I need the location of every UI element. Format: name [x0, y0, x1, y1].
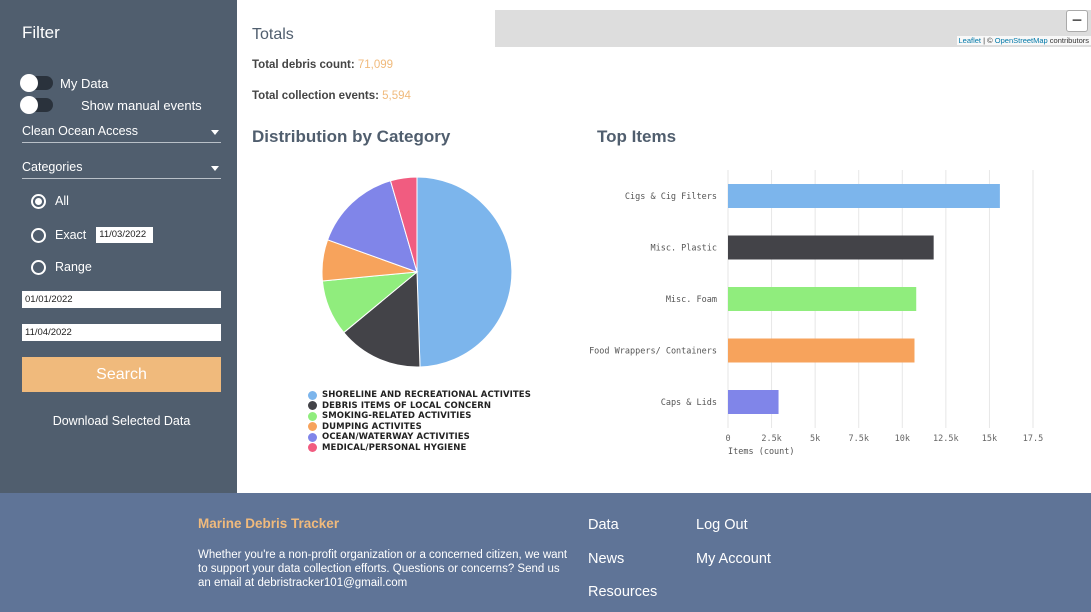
totals-title: Totals [252, 26, 294, 43]
radio-exact-label: Exact [55, 228, 87, 242]
x-tick-label: 17.5 [1023, 434, 1043, 444]
zoom-out-button[interactable]: − [1066, 10, 1088, 32]
category-pie-chart [321, 176, 513, 368]
legend-marker [308, 443, 317, 453]
total-debris-value: 71,099 [357, 59, 394, 71]
y-category-label: Misc. Foam [666, 295, 717, 305]
x-tick-label: 0 [725, 434, 730, 444]
total-debris-label: Total debris count: [252, 59, 358, 71]
search-button[interactable]: Search [22, 357, 221, 392]
chevron-down-icon [211, 166, 219, 171]
top-items-bar-chart: 0 2.5k 5k 7.5k 10k 12.5k 15k 17.5 Cigs & Cig Fil… [590, 170, 1043, 457]
attribution-tail: contributors [1047, 36, 1089, 45]
manual-events-toggle[interactable] [20, 96, 53, 114]
distribution-title: Distribution by Category [252, 127, 451, 146]
legend-label: DUMPING ACTIVITES [322, 421, 422, 432]
footer-link-data[interactable]: Data [588, 517, 619, 533]
radio-all-row: All [31, 192, 69, 210]
bar-misc-plastic[interactable] [728, 235, 934, 260]
download-selected-data-link[interactable]: Download Selected Data [22, 414, 221, 428]
my-data-toggle-row: My Data [20, 74, 109, 92]
total-events-line: Total collection events: 5,594 [252, 90, 411, 102]
footer-link-resources[interactable]: Resources [588, 584, 657, 600]
legend-item-ocean-waterway-activities[interactable]: OCEAN/WATERWAY ACTIVITIES [308, 432, 531, 443]
legend-item-medical-personal-hygiene[interactable]: MEDICAL/PERSONAL HYGIENE [308, 443, 531, 454]
manual-events-toggle-row: Show manual events [20, 96, 202, 114]
toggle-knob [20, 74, 38, 92]
organization-select-value: Clean Ocean Access [22, 124, 139, 138]
bar-cigs-cig-filters[interactable] [728, 184, 1000, 208]
legend-marker [308, 411, 317, 421]
x-tick-label: 12.5k [933, 434, 959, 444]
y-category-label: Food Wrappers/ Containers [590, 347, 717, 357]
legend-marker [308, 432, 317, 442]
legend-item-smoking-related-activities[interactable]: SMOKING-RELATED ACTIVITIES [308, 411, 531, 422]
categories-select-value: Categories [22, 160, 83, 174]
leaflet-link[interactable]: Leaflet [959, 36, 982, 45]
categories-select[interactable]: Categories [22, 157, 221, 179]
openstreetmap-link[interactable]: OpenStreetMap [995, 36, 1048, 45]
x-axis-title: Items (count) [728, 447, 795, 457]
x-tick-label: 15k [982, 434, 997, 444]
chevron-down-icon [211, 130, 219, 135]
footer-link-news[interactable]: News [588, 551, 624, 567]
y-category-label: Caps & Lids [661, 398, 717, 408]
footer-description: Whether you're a non-profit organization… [198, 549, 568, 589]
y-category-label: Misc. Plastic [650, 244, 717, 254]
radio-range-row: Range [31, 258, 92, 276]
app-root: Filter My Data Show manual events Clean … [0, 0, 1091, 612]
organization-select[interactable]: Clean Ocean Access [22, 121, 221, 143]
filter-title: Filter [22, 23, 60, 42]
legend-marker [308, 390, 317, 400]
legend-item-dumping-activites[interactable]: DUMPING ACTIVITES [308, 422, 531, 433]
radio-all[interactable] [31, 193, 46, 209]
footer: Marine Debris Tracker Whether you're a n… [0, 493, 1091, 612]
legend-label: SHORELINE AND RECREATIONAL ACTIVITES [322, 390, 531, 401]
radio-range[interactable] [31, 259, 46, 275]
bar-caps-lids[interactable] [728, 390, 779, 414]
legend-item-debris-items-of-local-concern[interactable]: DEBRIS ITEMS OF LOCAL CONCERN [308, 401, 531, 412]
radio-all-label: All [55, 194, 69, 208]
my-data-label: My Data [60, 75, 109, 91]
exact-date-input[interactable] [96, 227, 154, 243]
total-events-value: 5,594 [382, 90, 411, 102]
x-tick-label: 5k [810, 434, 820, 444]
legend-label: DEBRIS ITEMS OF LOCAL CONCERN [322, 400, 492, 411]
range-start-input[interactable] [22, 291, 221, 308]
legend-label: SMOKING-RELATED ACTIVITIES [322, 411, 472, 422]
bar-misc-foam[interactable] [728, 287, 917, 311]
radio-exact-row: Exact [31, 226, 154, 244]
radio-exact[interactable] [31, 227, 46, 243]
manual-events-label: Show manual events [81, 97, 202, 113]
filter-sidebar: Filter My Data Show manual events Clean … [0, 0, 237, 493]
pie-legend: SHORELINE AND RECREATIONAL ACTIVITES DEBR… [308, 390, 531, 453]
my-data-toggle[interactable] [20, 74, 53, 92]
attribution-separator: | © [981, 36, 995, 45]
pie-slice-shoreline-and-recreational-activites[interactable] [416, 176, 513, 368]
total-events-label: Total collection events: [252, 90, 383, 102]
legend-item-shoreline-and-recreational-activites[interactable]: SHORELINE AND RECREATIONAL ACTIVITES [308, 390, 531, 401]
x-tick-label: 2.5k [761, 434, 781, 444]
top-items-title: Top Items [597, 127, 677, 146]
range-end-input[interactable] [22, 324, 221, 341]
legend-marker [308, 401, 317, 411]
legend-label: MEDICAL/PERSONAL HYGIENE [322, 442, 467, 453]
footer-link-logout[interactable]: Log Out [696, 517, 748, 533]
legend-marker [308, 422, 317, 432]
total-debris-line: Total debris count: 71,099 [252, 59, 393, 71]
map-attribution: Leaflet | © OpenStreetMap contributors [956, 36, 1091, 45]
map-area[interactable]: − Leaflet | © OpenStreetMap contributors [495, 10, 1091, 47]
x-tick-label: 7.5k [848, 434, 868, 444]
toggle-knob [20, 96, 38, 114]
x-tick-label: 10k [895, 434, 910, 444]
footer-link-my-account[interactable]: My Account [696, 551, 771, 567]
y-category-label: Cigs & Cig Filters [625, 192, 717, 202]
bar-food-wrappers-containers[interactable] [728, 338, 915, 363]
footer-brand: Marine Debris Tracker [198, 516, 340, 531]
legend-label: OCEAN/WATERWAY ACTIVITIES [322, 432, 470, 443]
radio-range-label: Range [55, 260, 92, 274]
